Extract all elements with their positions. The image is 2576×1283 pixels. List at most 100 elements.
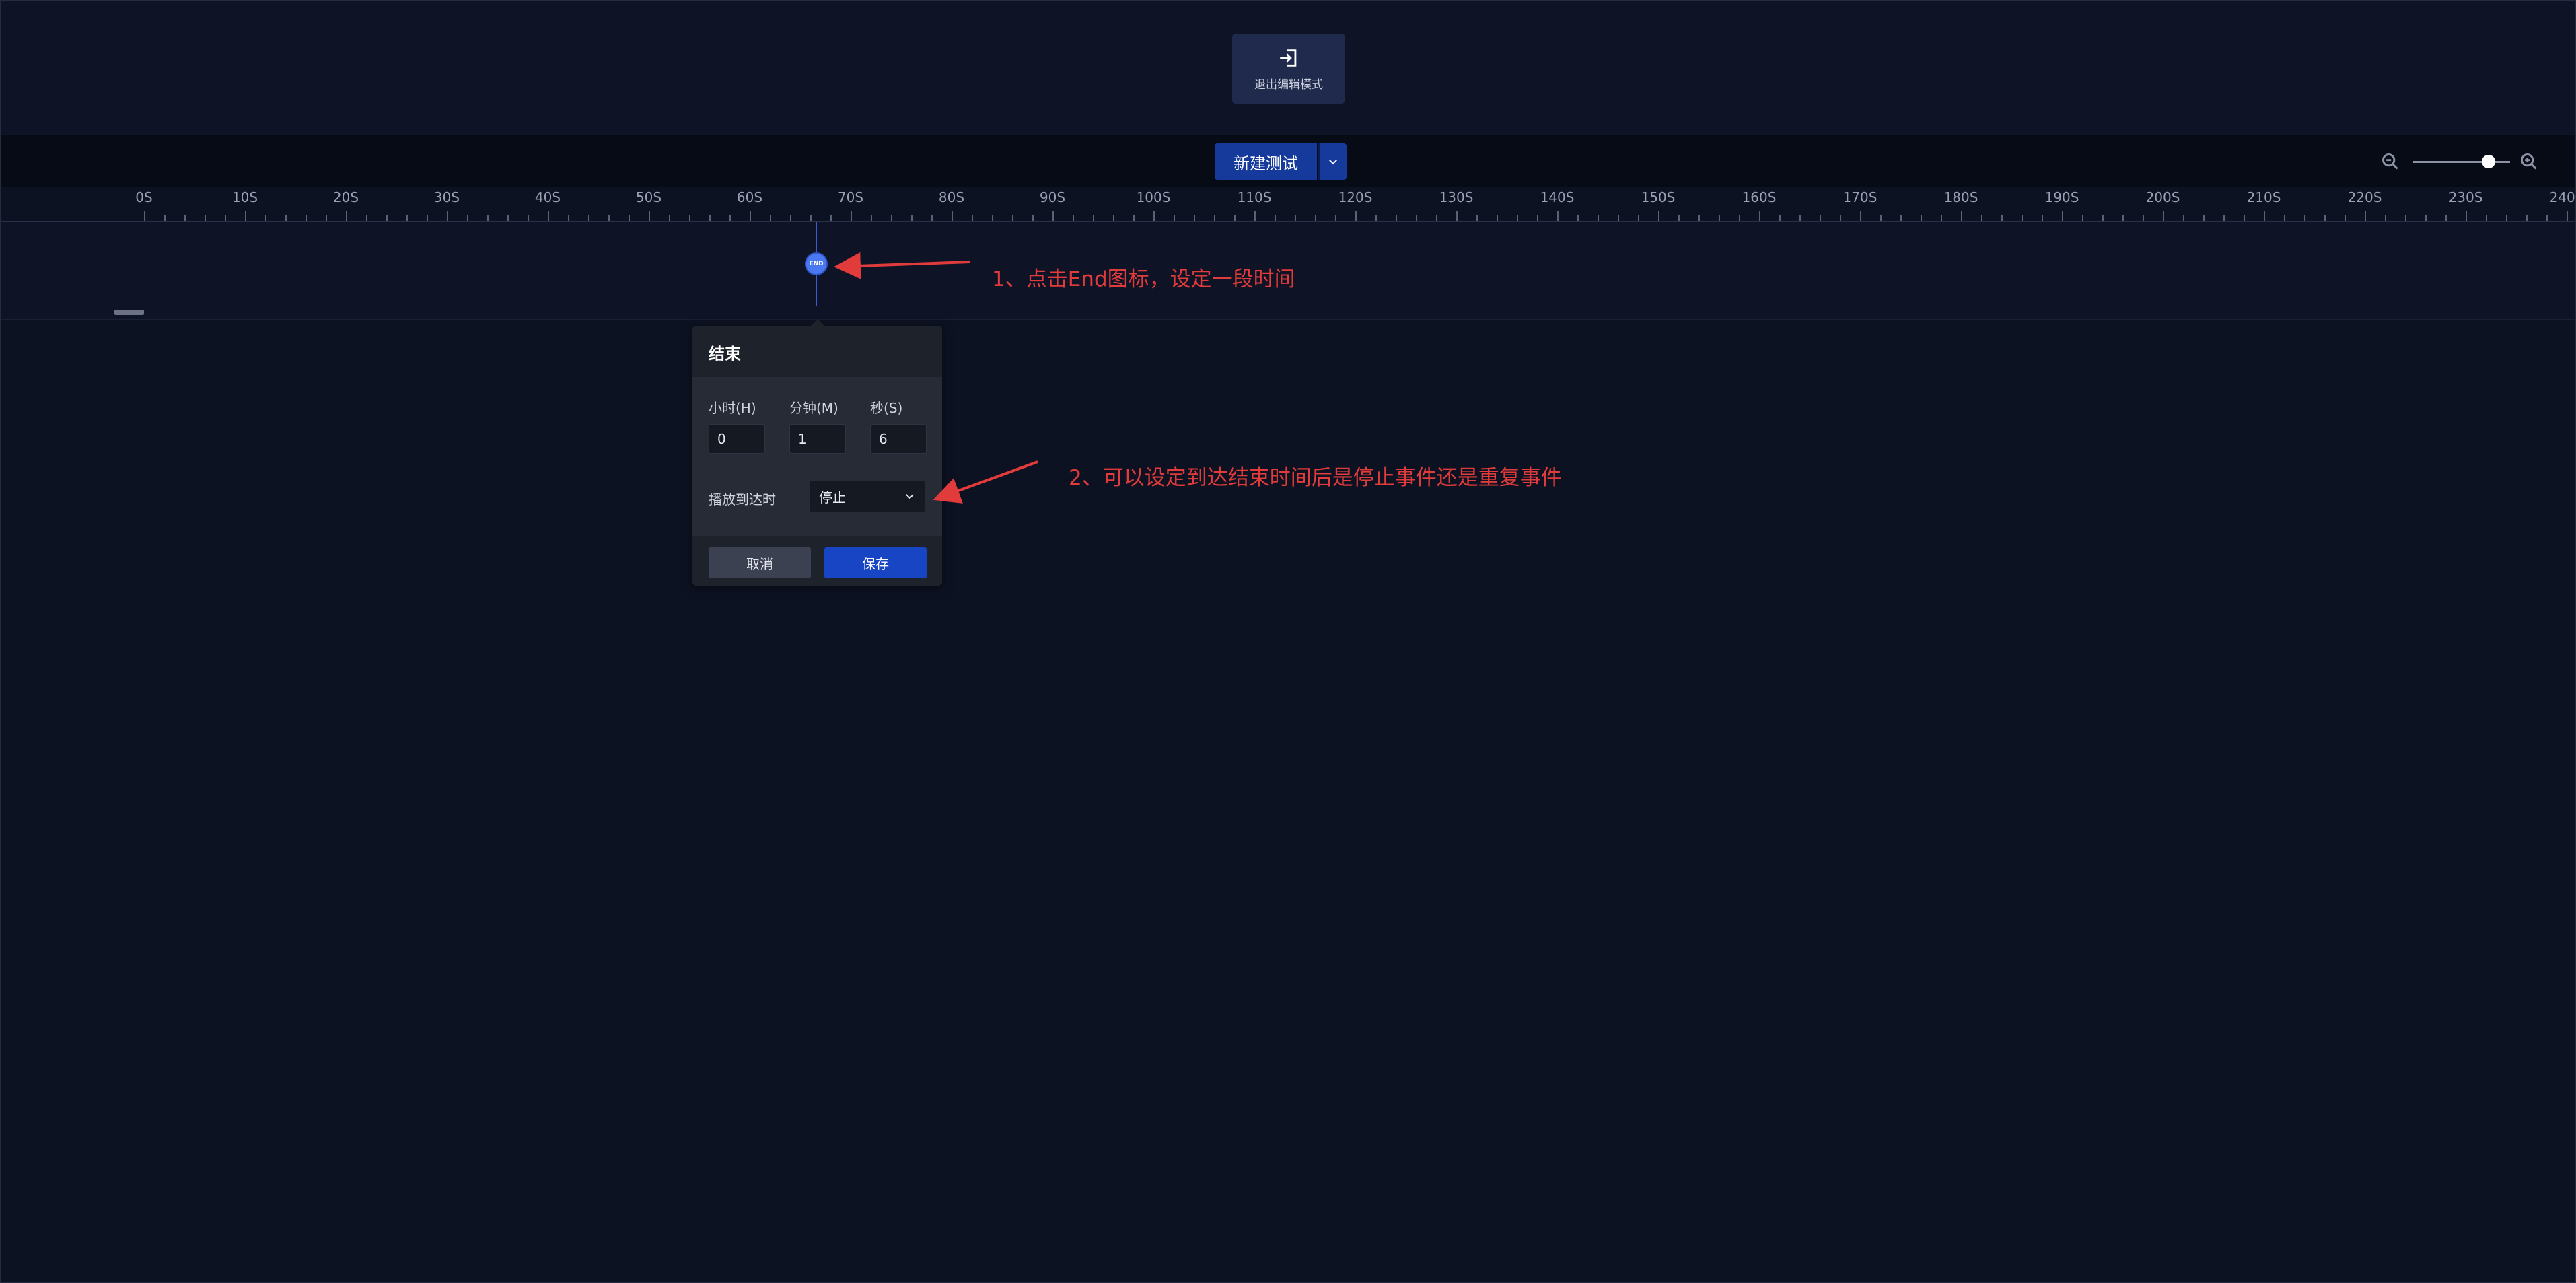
ruler-tick [1436, 215, 1437, 221]
ruler-tick [2062, 211, 2063, 221]
ruler-tick [1981, 215, 1982, 221]
track-handle[interactable] [114, 310, 144, 315]
chevron-down-icon [906, 494, 914, 499]
ruler-tick [1517, 215, 1518, 221]
ruler-tick [891, 215, 892, 221]
ruler-tick [1315, 215, 1316, 221]
ruler-tick [245, 211, 246, 221]
ruler-label: 130S [1439, 189, 1474, 205]
ruler-tick [2466, 211, 2467, 221]
exit-edit-mode-button[interactable]: 退出编辑模式 [1232, 34, 1345, 104]
new-test-button[interactable]: 新建测试 [1215, 143, 1317, 180]
ruler-tick [2486, 215, 2487, 221]
ruler-tick [1618, 215, 1619, 221]
ruler-label: 30S [433, 189, 460, 205]
zoom-control [2381, 150, 2540, 173]
ruler-tick [1638, 215, 1639, 221]
ruler-label: 140S [1540, 189, 1575, 205]
ruler-tick [1052, 211, 1054, 221]
zoom-slider-track[interactable] [2413, 161, 2510, 163]
ruler-tick [2567, 211, 2568, 221]
minutes-label: 分钟(M) [789, 400, 838, 416]
ruler-tick [2526, 215, 2528, 221]
ruler-tick [931, 215, 933, 221]
popup-header: 结束 [692, 326, 942, 377]
ruler-label: 70S [837, 189, 864, 205]
ruler-tick [265, 215, 266, 221]
ruler-tick [2102, 215, 2104, 221]
ruler-tick [2324, 215, 2326, 221]
end-marker-label: END [809, 261, 824, 267]
ruler-tick [2445, 215, 2447, 221]
end-marker-icon[interactable]: END [806, 254, 826, 274]
minutes-input[interactable]: 1 [789, 424, 846, 454]
ruler-label: 90S [1039, 189, 1066, 205]
ruler-tick [2345, 215, 2346, 221]
ruler-label: 210S [2246, 189, 2281, 205]
zoom-slider-handle[interactable] [2482, 155, 2496, 168]
seconds-input[interactable]: 6 [870, 424, 927, 454]
zoom-out-icon[interactable] [2381, 152, 2400, 171]
ruler-label: 180S [1943, 189, 1978, 205]
ruler-tick [1497, 215, 1498, 221]
hours-label: 小时(H) [709, 400, 756, 416]
ruler-tick [790, 215, 791, 221]
ruler-tick [1396, 215, 1397, 221]
ruler-tick [851, 211, 852, 221]
ruler-tick [871, 215, 872, 221]
ruler-tick [1032, 215, 1034, 221]
ruler-label: 80S [938, 189, 965, 205]
ruler-label: 200S [2145, 189, 2180, 205]
ruler-tick [144, 211, 145, 221]
ruler-tick [770, 215, 771, 221]
zoom-in-icon[interactable] [2519, 152, 2538, 171]
ruler-tick [2042, 215, 2043, 221]
ruler-tick [689, 215, 690, 221]
ruler-tick [1678, 215, 1680, 221]
ruler-tick [2304, 215, 2305, 221]
save-button[interactable]: 保存 [824, 547, 927, 578]
new-test-dropdown-button[interactable] [1318, 143, 1347, 180]
ruler-tick [386, 215, 388, 221]
time-ruler[interactable]: 0S 10S 20S 30S 40S 50S 60S 70S 80S 90S 100S 110S 120… [1, 187, 2576, 222]
exit-edit-mode-label: 退出编辑模式 [1254, 77, 1323, 92]
ruler-tick [1416, 215, 1417, 221]
ruler-tick [1133, 215, 1135, 221]
ruler-label: 60S [736, 189, 763, 205]
ruler-tick [1880, 215, 1882, 221]
ruler-tick [467, 215, 468, 221]
ruler-tick [285, 215, 287, 221]
ruler-tick [1799, 215, 1801, 221]
ruler-tick [1194, 215, 1195, 221]
ruler-tick [709, 215, 711, 221]
ruler-tick [1012, 215, 1013, 221]
ruler-tick [1779, 215, 1781, 221]
ruler-tick [1214, 215, 1215, 221]
on-reach-label: 播放到达时 [709, 491, 776, 508]
on-reach-select[interactable]: 停止 [810, 481, 925, 512]
ruler-tick [528, 215, 529, 221]
ruler-tick [972, 215, 973, 221]
cancel-button[interactable]: 取消 [709, 547, 811, 578]
ruler-tick [608, 215, 610, 221]
hours-input[interactable]: 0 [709, 424, 765, 454]
ruler-tick [1658, 211, 1659, 221]
ruler-tick [1860, 211, 1861, 221]
ruler-tick [346, 211, 347, 221]
ruler-label: 100S [1136, 189, 1171, 205]
ruler-tick [406, 215, 408, 221]
ruler-tick [1698, 215, 1700, 221]
ruler-tick [1921, 215, 1922, 221]
ruler-tick [2405, 215, 2406, 221]
ruler-tick [2506, 215, 2507, 221]
ruler-tick [1900, 215, 1902, 221]
ruler-tick [447, 211, 448, 221]
timeline-toolbar: 新建测试 [1, 135, 2575, 187]
ruler-tick [184, 215, 186, 221]
seconds-label: 秒(S) [870, 400, 903, 416]
ruler-label: 190S [2044, 189, 2079, 205]
ruler-tick [649, 211, 650, 221]
ruler-tick [2223, 215, 2225, 221]
ruler-label: 50S [635, 189, 662, 205]
ruler-tick [1073, 215, 1074, 221]
